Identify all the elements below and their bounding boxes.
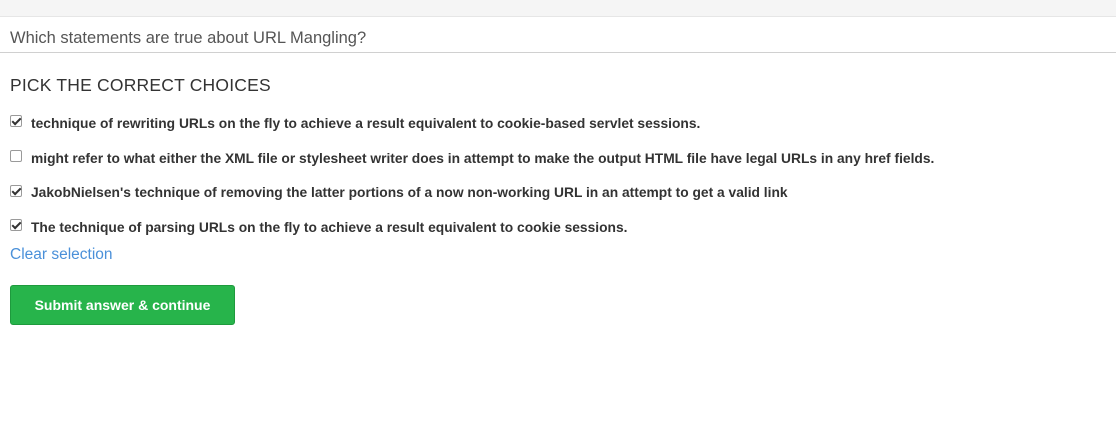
- choice-4[interactable]: The technique of parsing URLs on the fly…: [0, 210, 1116, 245]
- clear-selection-link[interactable]: Clear selection: [10, 246, 113, 264]
- choice-2[interactable]: might refer to what either the XML file …: [0, 141, 1116, 176]
- checkbox-1[interactable]: [10, 115, 22, 128]
- checkbox-3[interactable]: [10, 184, 22, 197]
- choice-label-2: might refer to what either the XML file …: [31, 150, 935, 166]
- checkbox-4[interactable]: [10, 219, 22, 232]
- top-bar: [0, 0, 1116, 17]
- choice-label-4: The technique of parsing URLs on the fly…: [31, 219, 628, 235]
- checkbox-2[interactable]: [10, 150, 22, 163]
- question-text: Which statements are true about URL Mang…: [0, 17, 1116, 53]
- choice-list: technique of rewriting URLs on the fly t…: [0, 106, 1116, 245]
- choice-1[interactable]: technique of rewriting URLs on the fly t…: [0, 106, 1116, 141]
- choice-3[interactable]: JakobNielsen's technique of removing the…: [0, 175, 1116, 210]
- instructions-heading: PICK THE CORRECT CHOICES: [10, 75, 271, 95]
- choice-label-3: JakobNielsen's technique of removing the…: [31, 185, 788, 201]
- choice-label-1: technique of rewriting URLs on the fly t…: [31, 115, 701, 131]
- submit-button[interactable]: Submit answer & continue: [10, 285, 235, 325]
